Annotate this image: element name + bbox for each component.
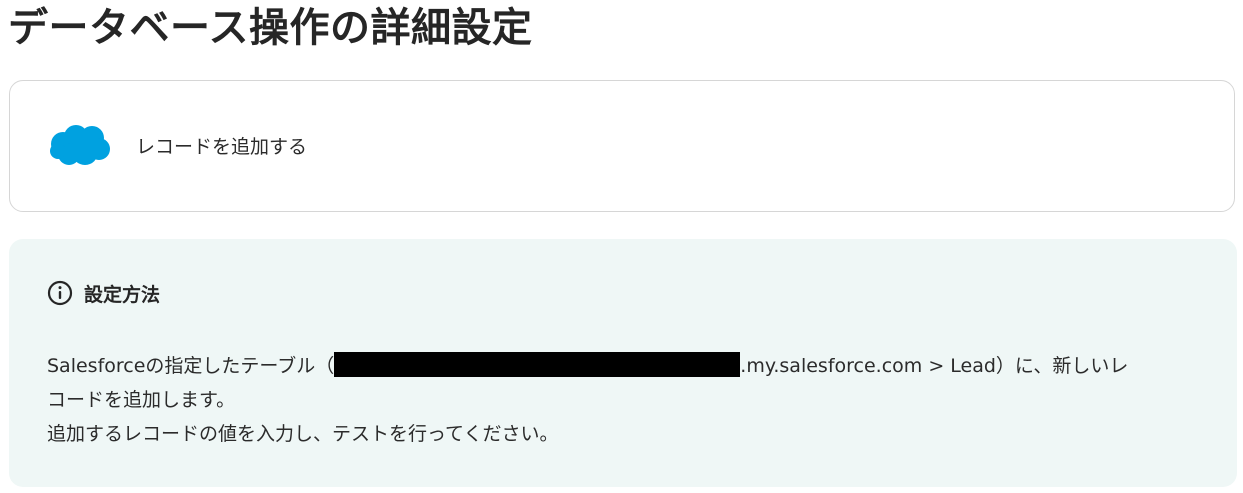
info-line-2: コードを追加します。 — [47, 389, 236, 411]
info-title: 設定方法 — [84, 283, 161, 306]
action-card-add-record[interactable]: レコードを追加する — [9, 80, 1235, 212]
info-line-1-before: Salesforceの指定したテーブル（ — [47, 355, 335, 377]
action-label: レコードを追加する — [136, 136, 308, 158]
salesforce-cloud-logo-icon — [50, 125, 110, 165]
info-circle-icon — [47, 280, 73, 306]
info-body: Salesforceの指定したテーブル（ .my.salesforce.com >… — [47, 349, 1207, 451]
info-line-1: Salesforceの指定したテーブル（ .my.salesforce.com >… — [47, 349, 1207, 383]
page-title: データベース操作の詳細設定 — [8, 5, 533, 51]
info-panel: 設定方法 Salesforceの指定したテーブル（ .my.salesforce.… — [9, 239, 1237, 487]
info-line-1-after: .my.salesforce.com > Lead）に、新しいレ — [740, 355, 1129, 377]
redacted-domain — [334, 352, 741, 377]
info-header: 設定方法 — [47, 279, 160, 307]
info-line-3: 追加するレコードの値を入力し、テストを行ってください。 — [47, 423, 559, 445]
